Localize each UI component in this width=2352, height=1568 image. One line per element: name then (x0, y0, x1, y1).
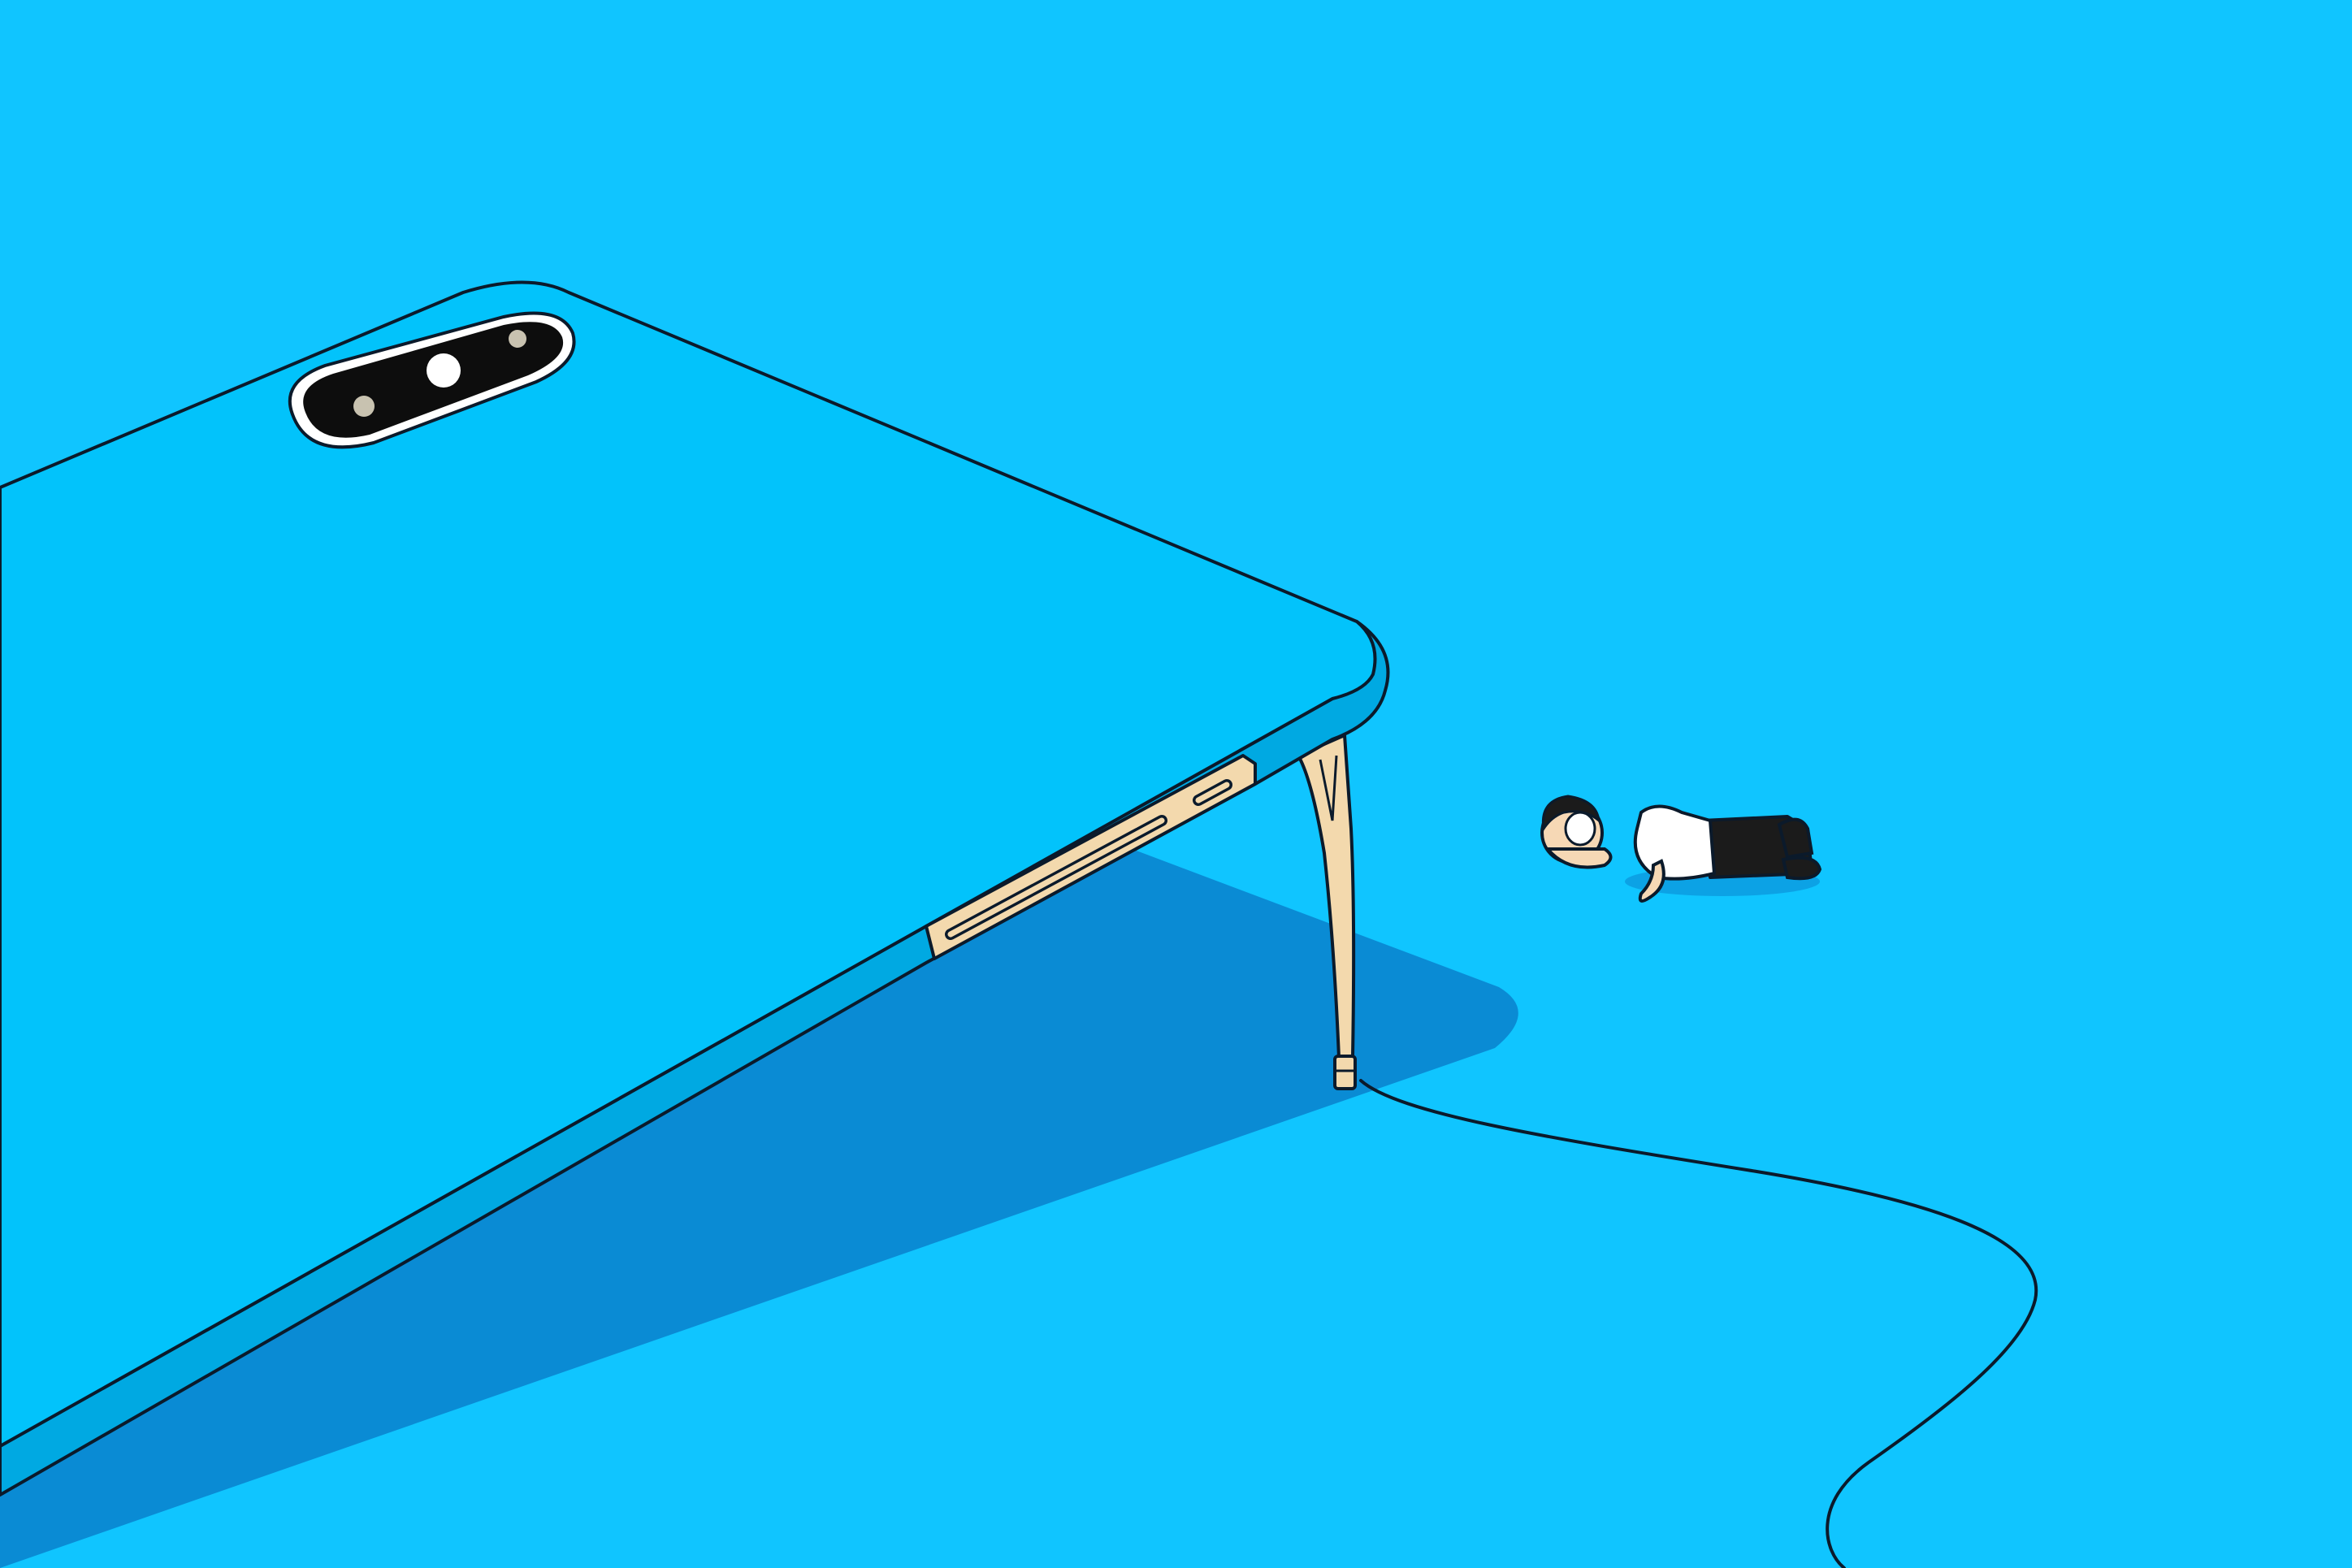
camera-lens-main (427, 353, 461, 388)
camera-lens-secondary (353, 396, 375, 417)
camera-flash (509, 330, 526, 348)
illustration-scene (0, 0, 2352, 1568)
